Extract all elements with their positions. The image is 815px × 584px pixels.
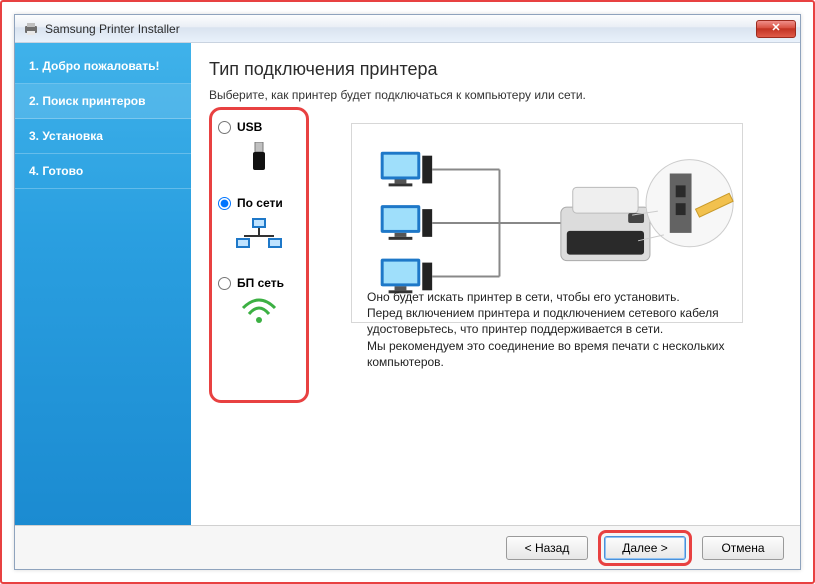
option-wireless: БП сеть (218, 276, 300, 324)
option-wireless-text: БП сеть (237, 276, 284, 290)
option-network: По сети (218, 196, 300, 252)
radio-usb[interactable] (218, 121, 231, 134)
page-heading: Тип подключения принтера (209, 59, 780, 80)
sidebar-step-welcome[interactable]: 1. Добро пожаловать! (15, 49, 191, 84)
connection-type-box: USB По сети (209, 107, 309, 403)
page-subheading: Выберите, как принтер будет подключаться… (209, 88, 780, 102)
next-button[interactable]: Далее > (604, 536, 686, 560)
wifi-icon (218, 298, 300, 324)
close-icon: ✕ (771, 23, 780, 34)
back-button[interactable]: < Назад (506, 536, 588, 560)
cancel-button[interactable]: Отмена (702, 536, 784, 560)
close-button[interactable]: ✕ (756, 20, 796, 38)
description-text: Оно будет искать принтер в сети, чтобы е… (367, 289, 737, 370)
wizard-footer: < Назад Далее > Отмена (15, 525, 800, 569)
sidebar-step-search[interactable]: 2. Поиск принтеров (15, 84, 191, 119)
radio-network[interactable] (218, 197, 231, 210)
sidebar-step-install[interactable]: 3. Установка (15, 119, 191, 154)
network-icon (218, 218, 300, 252)
next-button-highlight: Далее > (598, 530, 692, 566)
option-wireless-label[interactable]: БП сеть (218, 276, 300, 290)
usb-icon (218, 142, 300, 172)
title-bar: Samsung Printer Installer ✕ (15, 15, 800, 43)
option-usb-text: USB (237, 120, 262, 134)
radio-wireless[interactable] (218, 277, 231, 290)
installer-window: Samsung Printer Installer ✕ 1. Добро пож… (14, 14, 801, 570)
option-network-text: По сети (237, 196, 283, 210)
window-title: Samsung Printer Installer (45, 22, 756, 36)
wizard-sidebar: 1. Добро пожаловать! 2. Поиск принтеров … (15, 43, 191, 525)
option-usb-label[interactable]: USB (218, 120, 300, 134)
option-network-label[interactable]: По сети (218, 196, 300, 210)
app-icon (23, 21, 39, 37)
sidebar-step-done[interactable]: 4. Готово (15, 154, 191, 189)
content-area: Тип подключения принтера Выберите, как п… (191, 43, 800, 525)
option-usb: USB (218, 120, 300, 172)
